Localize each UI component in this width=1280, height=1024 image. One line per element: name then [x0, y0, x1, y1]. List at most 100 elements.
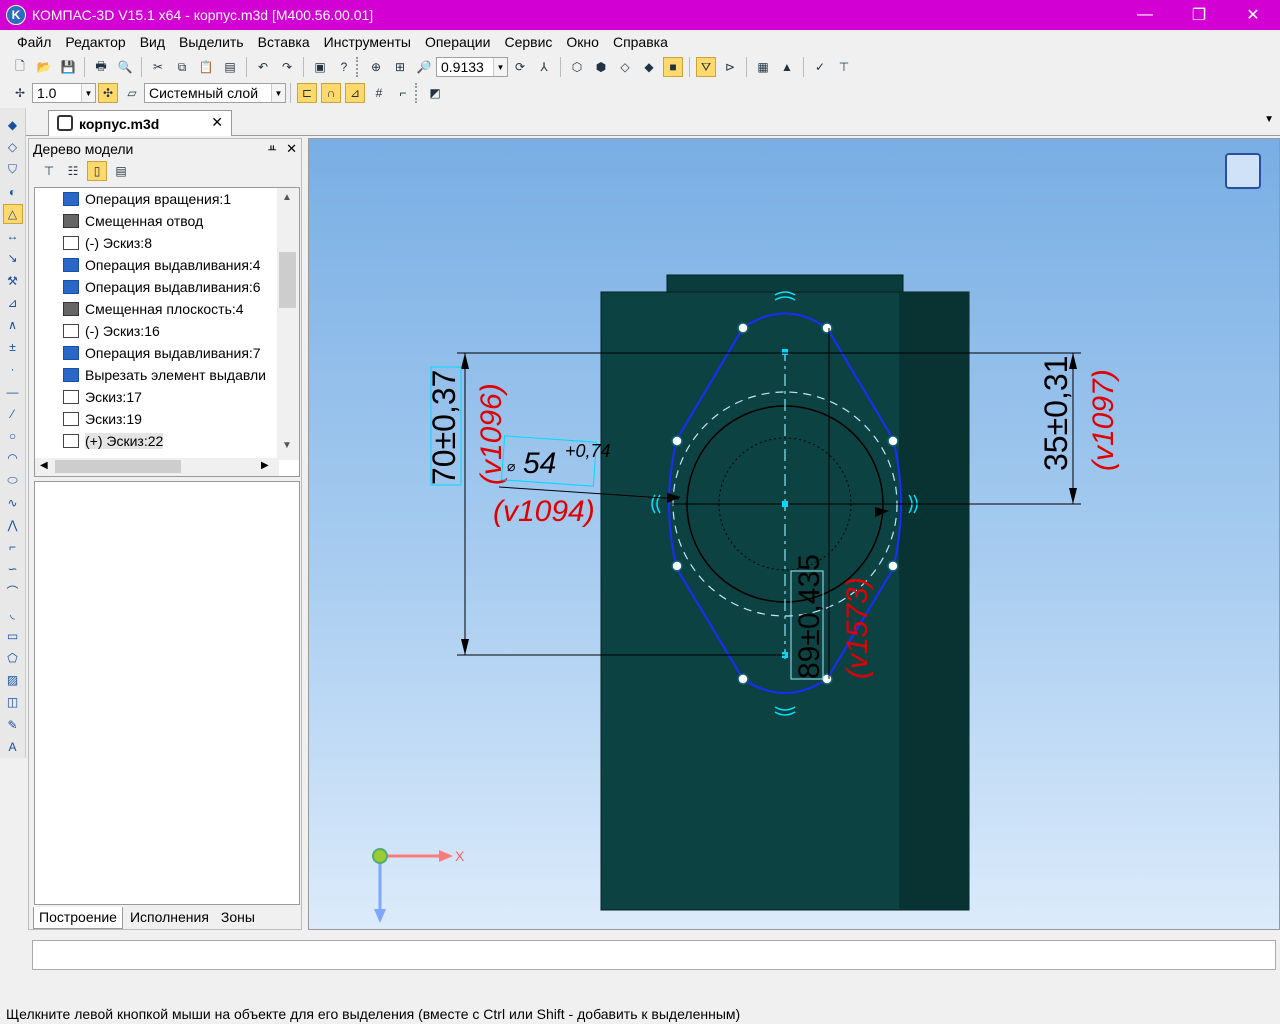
- dimension-89-text[interactable]: 89±0,435: [793, 554, 826, 679]
- sketch-canvas[interactable]: 70±0,37 (v1096) 35±0,31 (v1097) ⌀ 54 +0,…: [309, 139, 1280, 930]
- tab-versions[interactable]: Исполнения: [125, 907, 214, 929]
- paint-icon[interactable]: ✎: [3, 715, 23, 734]
- chevron-down-icon[interactable]: ▼: [271, 84, 285, 102]
- scroll-thumb[interactable]: [279, 252, 296, 308]
- help-cursor-icon[interactable]: ?: [334, 57, 354, 77]
- view-orient-icon[interactable]: ◩: [425, 83, 445, 103]
- designations-icon[interactable]: ↘: [3, 249, 23, 268]
- aux-geometry-icon[interactable]: ◇: [3, 138, 23, 157]
- spline-icon[interactable]: ∿: [3, 493, 23, 512]
- menu-tools[interactable]: Инструменты: [317, 34, 418, 50]
- center-point[interactable]: [782, 501, 788, 507]
- tab-zones[interactable]: Зоны: [216, 907, 260, 929]
- menu-operations[interactable]: Операции: [418, 34, 498, 50]
- measure-icon[interactable]: ⊤: [834, 57, 854, 77]
- projection-icon[interactable]: ◫: [3, 693, 23, 712]
- rectangle-icon[interactable]: ▭: [3, 626, 23, 645]
- text-icon[interactable]: A: [3, 737, 23, 756]
- hatch-icon[interactable]: ▨: [3, 671, 23, 690]
- contour-icon[interactable]: ◟: [3, 604, 23, 623]
- ortho-icon[interactable]: ⊿: [345, 83, 365, 103]
- model-viewport[interactable]: 70±0,37 (v1096) 35±0,31 (v1097) ⌀ 54 +0,…: [308, 138, 1280, 930]
- redo-icon[interactable]: ↷: [277, 57, 297, 77]
- color-icon[interactable]: ▲: [777, 57, 797, 77]
- dimension-54-text[interactable]: 54: [523, 447, 556, 480]
- paste-icon[interactable]: 📋: [196, 57, 216, 77]
- shaded-icon[interactable]: ◆: [639, 57, 659, 77]
- undo-icon[interactable]: ↶: [253, 57, 273, 77]
- zoom-window-icon[interactable]: ⊕: [366, 57, 386, 77]
- layers-icon[interactable]: ▦: [753, 57, 773, 77]
- tree-item[interactable]: Вырезать элемент выдавли: [35, 364, 277, 386]
- chevron-down-icon[interactable]: ▼: [493, 58, 507, 76]
- ellipse-icon[interactable]: ⬭: [3, 471, 23, 490]
- save-icon[interactable]: 💾: [58, 57, 78, 77]
- scroll-right-icon[interactable]: ▶: [261, 460, 269, 471]
- tab-list-dropdown-icon[interactable]: ▼: [1264, 114, 1274, 125]
- tree-item[interactable]: Смещенная плоскость:4: [35, 298, 277, 320]
- origin-point[interactable]: [372, 848, 388, 864]
- menu-view[interactable]: Вид: [133, 34, 172, 50]
- step-cursor-icon[interactable]: ✢: [10, 83, 30, 103]
- polygon-icon[interactable]: ⬠: [3, 648, 23, 667]
- tree-structure-icon[interactable]: ☷: [63, 161, 83, 181]
- tree-horizontal-scrollbar[interactable]: ◀ ▶: [35, 458, 279, 476]
- tree-item[interactable]: Смещенная отвод: [35, 210, 277, 232]
- tree-item[interactable]: (+) Эскиз:22: [35, 430, 277, 452]
- document-tab[interactable]: корпус.m3d ✕: [48, 110, 232, 136]
- sketch-mode-icon[interactable]: ⊏: [297, 83, 317, 103]
- bezier-icon[interactable]: ∽: [3, 560, 23, 579]
- shaded-edges-icon[interactable]: ■: [663, 57, 683, 77]
- tree-filter-icon[interactable]: ▤: [111, 161, 131, 181]
- close-tab-icon[interactable]: ✕: [211, 114, 223, 131]
- tab-construction[interactable]: Построение: [33, 907, 123, 929]
- maximize-button[interactable]: ❐: [1172, 0, 1226, 30]
- sketch-point[interactable]: [671, 560, 683, 572]
- tree-item[interactable]: Эскиз:19: [35, 408, 277, 430]
- scroll-up-icon[interactable]: ▲: [282, 192, 292, 203]
- surfaces-icon[interactable]: ⛉: [3, 160, 23, 179]
- sketch-point[interactable]: [737, 322, 749, 334]
- chevron-down-icon[interactable]: ▼: [81, 84, 95, 102]
- layer-combo[interactable]: Системный слой ▼: [144, 83, 286, 103]
- thin-lines-icon[interactable]: ◇: [615, 57, 635, 77]
- layer-icon[interactable]: ▱: [122, 83, 142, 103]
- select-filter-icon[interactable]: ⊳: [720, 57, 740, 77]
- sketch-point[interactable]: [671, 435, 683, 447]
- tree-vertical-scrollbar[interactable]: ▲ ▼: [277, 188, 299, 460]
- grid-icon[interactable]: #: [369, 83, 389, 103]
- tree-item[interactable]: (-) Эскиз:16: [35, 320, 277, 342]
- magnet-icon[interactable]: ∩: [321, 83, 341, 103]
- toolbar-grip[interactable]: [415, 83, 419, 103]
- tree-item[interactable]: Эскиз:17: [35, 386, 277, 408]
- line-icon[interactable]: —: [3, 382, 23, 401]
- point-icon[interactable]: ·: [3, 360, 23, 379]
- arc-tool-icon[interactable]: ◠: [3, 449, 23, 468]
- scroll-thumb[interactable]: [55, 460, 181, 473]
- normal-to-sketch-button[interactable]: [1225, 153, 1261, 189]
- local-cs-icon[interactable]: ⌐: [393, 83, 413, 103]
- editing-icon[interactable]: ⊿: [3, 293, 23, 312]
- snap-icon[interactable]: ✣: [98, 83, 118, 103]
- close-panel-icon[interactable]: ✕: [286, 141, 297, 157]
- zoom-in-icon[interactable]: 🔎: [414, 57, 434, 77]
- open-file-icon[interactable]: 📂: [34, 57, 54, 77]
- rotate-icon[interactable]: ⟳: [510, 57, 530, 77]
- scroll-left-icon[interactable]: ◀: [40, 460, 48, 471]
- scroll-down-icon[interactable]: ▼: [282, 440, 292, 451]
- copy-icon[interactable]: ⧉: [172, 57, 192, 77]
- minimize-button[interactable]: —: [1118, 0, 1172, 30]
- manager-icon[interactable]: ▣: [310, 57, 330, 77]
- sketch-point[interactable]: [887, 435, 899, 447]
- geometry-icon[interactable]: △: [2, 204, 23, 224]
- wireframe-icon[interactable]: ⬡: [567, 57, 587, 77]
- sketch-point[interactable]: [821, 322, 833, 334]
- tree-item[interactable]: Операция выдавливания:6: [35, 276, 277, 298]
- filter-icon[interactable]: ⛛: [696, 57, 716, 77]
- menu-file[interactable]: Файл: [10, 34, 58, 50]
- toolbar-grip[interactable]: [356, 57, 360, 77]
- fillet-icon[interactable]: ⌒: [3, 582, 23, 601]
- close-window-button[interactable]: ✕: [1226, 0, 1280, 30]
- step-combo[interactable]: 1.0 ▼: [32, 83, 96, 103]
- mark-icon[interactable]: ±: [3, 338, 23, 357]
